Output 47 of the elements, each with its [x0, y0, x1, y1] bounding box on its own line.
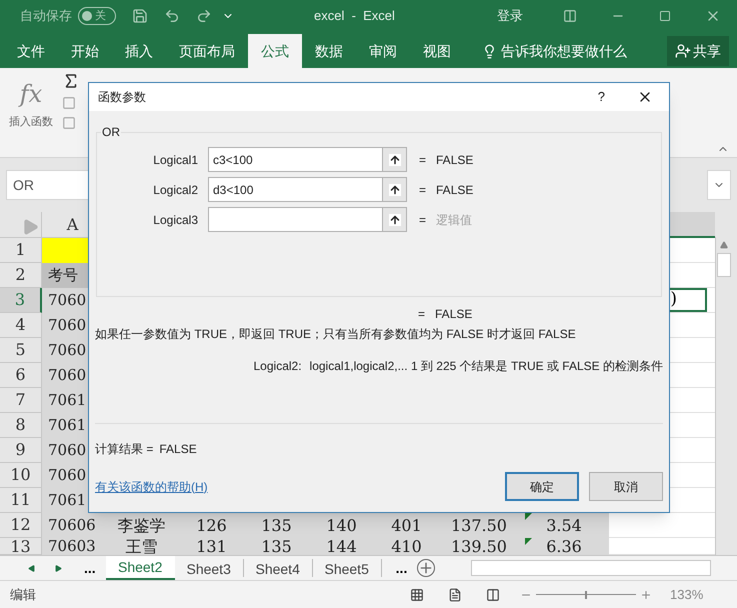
- table-cell-text: 137.50: [451, 514, 507, 536]
- table-cell-text: 126: [196, 514, 227, 536]
- window-title: excel - Excel: [314, 7, 395, 26]
- table-cell: 144: [326, 538, 357, 555]
- table-cell-text: 70603: [47, 538, 96, 555]
- table-cell: 410: [391, 538, 422, 555]
- table-cell-text: 401: [391, 514, 422, 536]
- formula-result: FALSE: [435, 306, 472, 321]
- table-cell: 6.36: [546, 538, 582, 555]
- argument-label: Logical1: [152, 152, 198, 168]
- argument-help-label: Logical2:: [254, 358, 302, 375]
- table-cell-text: 7060: [47, 315, 86, 336]
- table-cell-text: 3.54: [546, 514, 582, 536]
- dialog-title: 函数参数: [98, 89, 146, 106]
- function-name: OR: [101, 124, 121, 141]
- argument-help: logical1,logical2,... 1 到 225 个结果是 TRUE 或 FALSE 的检测条件: [310, 358, 663, 375]
- table-cell-text: 7060: [47, 465, 86, 486]
- argument-result: FALSE: [436, 182, 474, 198]
- equals-sign: =: [419, 152, 426, 168]
- table-cell-text: 7061: [47, 490, 86, 512]
- equals-sign: =: [419, 212, 426, 228]
- argument-result: 逻辑值: [436, 212, 472, 228]
- table-cell-text: 7060: [47, 440, 86, 462]
- argument-result: FALSE: [436, 152, 474, 168]
- table-cell-text: 7061: [47, 390, 86, 412]
- table-cell: 139.50: [451, 538, 507, 555]
- table-cell-text: 7060: [47, 365, 86, 386]
- argument-label: Logical2: [152, 182, 198, 198]
- table-cell-text: 135: [261, 514, 292, 536]
- result-label: 计算结果 =: [95, 441, 154, 458]
- table-cell-text: 7061: [47, 415, 86, 436]
- table-cell-text: 7060: [47, 290, 86, 312]
- table-cell-text: 李鉴学: [118, 514, 166, 536]
- table-cell-text: 140: [326, 514, 357, 536]
- function-description: 如果任一参数值为 TRUE，即返回 TRUE；只有当所有参数值均为 FALSE 时才返回 FALSE: [95, 326, 577, 343]
- result-value: FALSE: [159, 441, 197, 458]
- table-cell-text: 考号: [47, 265, 78, 286]
- table-cell-text: 70606: [47, 515, 96, 536]
- table-cell-text: 7060: [47, 340, 86, 362]
- table-cell: 131: [196, 538, 227, 555]
- equals-sign: =: [418, 306, 426, 321]
- table-cell: 135: [261, 538, 292, 555]
- autosave-label: 自动保存: [20, 7, 72, 26]
- status-mode: 编辑: [10, 586, 36, 604]
- table-cell: 王雪: [126, 538, 158, 555]
- equals-sign: =: [419, 182, 426, 198]
- argument-label: Logical3: [152, 212, 198, 228]
